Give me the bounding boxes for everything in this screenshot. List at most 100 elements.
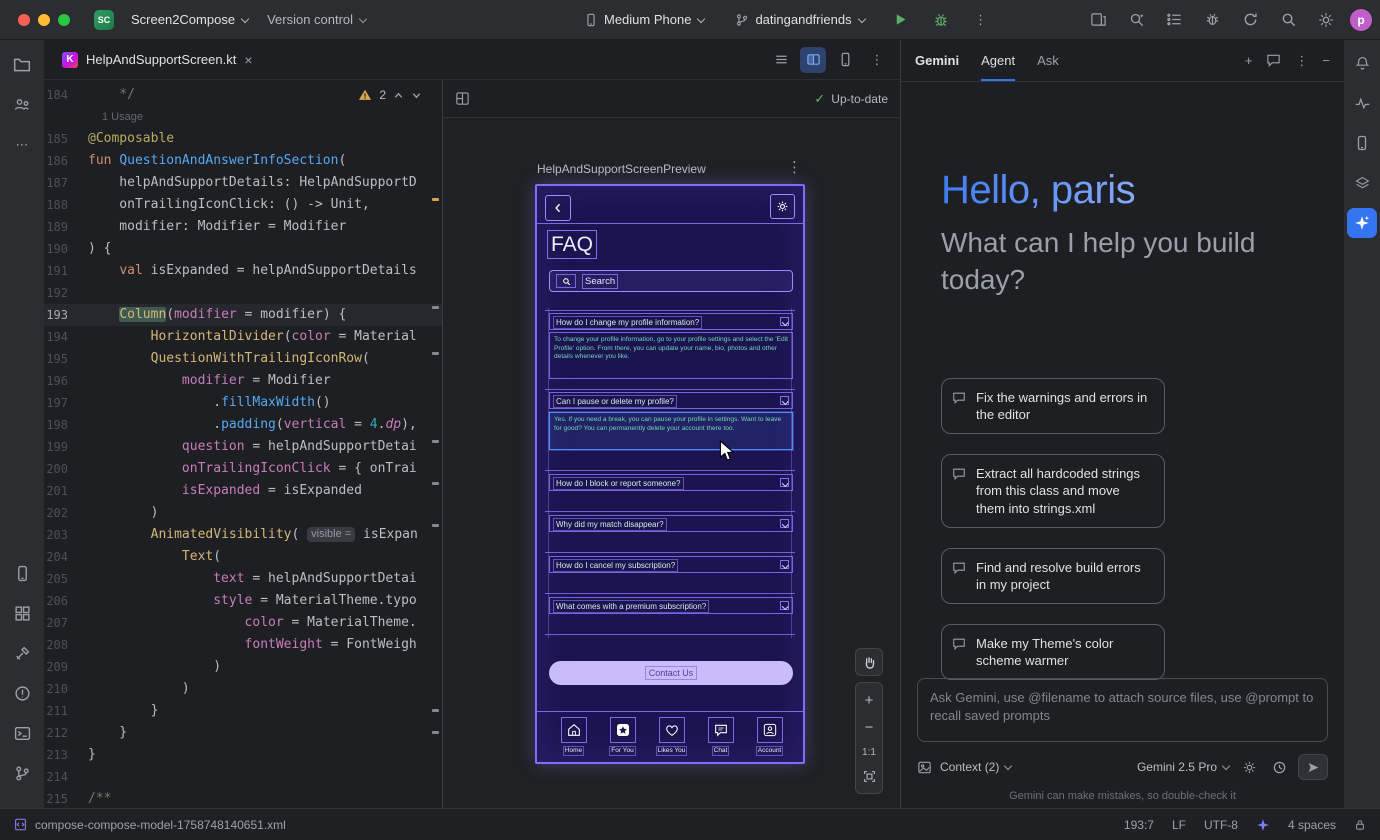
editor-tab[interactable]: K HelpAndSupportScreen.kt × xyxy=(50,40,265,79)
line-number[interactable]: 185 xyxy=(44,128,74,150)
zoom-level[interactable]: 1:1 xyxy=(862,747,876,758)
nav-item-chat[interactable]: Chat xyxy=(698,717,743,762)
line-separator[interactable]: LF xyxy=(1172,818,1186,832)
line-number[interactable]: 212 xyxy=(44,722,74,744)
line-number[interactable]: 187 xyxy=(44,172,74,194)
profile-avatar[interactable]: p xyxy=(1350,9,1372,31)
line-number[interactable]: 202 xyxy=(44,502,74,524)
line-number[interactable]: 203 xyxy=(44,524,74,546)
code-line[interactable]: 188 onTrailingIconClick: () -> Unit, xyxy=(44,194,442,216)
settings-gear-icon[interactable] xyxy=(770,194,795,219)
preview-title[interactable]: HelpAndSupportScreenPreview xyxy=(537,162,706,176)
model-selector[interactable]: Gemini 2.5 Pro xyxy=(1137,760,1230,774)
code-editor[interactable]: 2 184 */1 Usage185@Composable186fun Ques… xyxy=(44,80,443,808)
zoom-in-button[interactable]: + xyxy=(865,693,874,708)
line-number[interactable]: 204 xyxy=(44,546,74,568)
code-line[interactable]: 201 isExpanded = isExpanded xyxy=(44,480,442,502)
line-number[interactable]: 194 xyxy=(44,326,74,348)
line-number[interactable]: 195 xyxy=(44,348,74,370)
code-line[interactable]: 192 xyxy=(44,282,442,304)
code-line[interactable]: 202 ) xyxy=(44,502,442,524)
preview-layout-icon[interactable] xyxy=(455,91,470,106)
readonly-lock-icon[interactable] xyxy=(1354,819,1366,831)
close-tab-icon[interactable]: × xyxy=(244,53,252,67)
line-number[interactable]: 215 xyxy=(44,788,74,808)
tab-ask[interactable]: Ask xyxy=(1037,40,1059,81)
pull-requests-icon[interactable] xyxy=(7,90,37,120)
debug-button[interactable] xyxy=(927,6,955,34)
inspection-widget[interactable]: 2 xyxy=(354,86,426,104)
new-chat-icon[interactable]: + xyxy=(1245,53,1253,68)
line-number[interactable]: 214 xyxy=(44,766,74,788)
expand-icon[interactable] xyxy=(780,519,789,528)
line-number[interactable]: 200 xyxy=(44,458,74,480)
code-line[interactable]: 207 color = MaterialTheme. xyxy=(44,612,442,634)
context-selector[interactable]: Context (2) xyxy=(940,760,1012,774)
faq-question-row[interactable]: How do I block or report someone? xyxy=(549,474,793,491)
profiler-icon[interactable] xyxy=(1347,88,1377,118)
suggestion-card[interactable]: Extract all hardcoded strings from this … xyxy=(941,454,1165,527)
expand-icon[interactable] xyxy=(780,317,789,326)
todo-list-icon[interactable] xyxy=(1160,6,1188,34)
line-number[interactable]: 196 xyxy=(44,370,74,392)
line-number[interactable]: 189 xyxy=(44,216,74,238)
code-line[interactable]: 199 question = helpAndSupportDetai xyxy=(44,436,442,458)
run-button[interactable] xyxy=(887,6,915,34)
line-number[interactable]: 197 xyxy=(44,392,74,414)
line-number[interactable]: 210 xyxy=(44,678,74,700)
nav-item-for-you[interactable]: For You xyxy=(600,717,645,762)
maximize-window-button[interactable] xyxy=(58,14,70,26)
code-line[interactable]: 187 helpAndSupportDetails: HelpAndSuppor… xyxy=(44,172,442,194)
attach-image-icon[interactable] xyxy=(917,760,932,775)
code-line[interactable]: 208 fontWeight = FontWeigh xyxy=(44,634,442,656)
line-number[interactable]: 205 xyxy=(44,568,74,590)
design-view-button[interactable] xyxy=(832,47,858,73)
code-line[interactable]: 186fun QuestionAndAnswerInfoSection( xyxy=(44,150,442,172)
ai-search-icon[interactable] xyxy=(1122,6,1150,34)
back-button[interactable] xyxy=(545,195,571,221)
prompt-history-icon[interactable] xyxy=(1268,756,1290,778)
problems-icon[interactable] xyxy=(7,678,37,708)
build-icon[interactable] xyxy=(7,638,37,668)
resource-manager-icon[interactable] xyxy=(7,598,37,628)
app-insights-icon[interactable] xyxy=(1198,6,1226,34)
expand-icon[interactable] xyxy=(780,396,789,405)
expand-icon[interactable] xyxy=(780,601,789,610)
faq-answer[interactable]: To change your profile information, go t… xyxy=(549,332,793,379)
running-devices-icon[interactable] xyxy=(7,558,37,588)
code-line[interactable]: 214 xyxy=(44,766,442,788)
code-line[interactable]: 215/** xyxy=(44,788,442,808)
code-line[interactable]: 211 } xyxy=(44,700,442,722)
gemini-settings-icon[interactable] xyxy=(1238,756,1260,778)
code-line[interactable]: 209 ) xyxy=(44,656,442,678)
code-line[interactable]: 212 } xyxy=(44,722,442,744)
nav-item-account[interactable]: Account xyxy=(747,717,792,762)
line-number[interactable]: 213 xyxy=(44,744,74,766)
project-folder-icon[interactable] xyxy=(7,50,37,80)
code-line[interactable]: 194 HorizontalDivider(color = Material xyxy=(44,326,442,348)
code-line[interactable]: 197 .fillMaxWidth() xyxy=(44,392,442,414)
line-number[interactable]: 191 xyxy=(44,260,74,282)
line-number[interactable]: 209 xyxy=(44,656,74,678)
code-line[interactable]: 204 Text( xyxy=(44,546,442,568)
code-line[interactable]: 185@Composable xyxy=(44,128,442,150)
run-configuration-selector[interactable]: datingandfriends xyxy=(726,7,874,32)
prev-warning-icon[interactable] xyxy=(393,90,404,101)
tab-agent[interactable]: Agent xyxy=(981,40,1015,81)
code-view-button[interactable] xyxy=(768,47,794,73)
file-encoding[interactable]: UTF-8 xyxy=(1204,818,1238,832)
preview-canvas[interactable]: HelpAndSupportScreenPreview ⋮ FAQ Search xyxy=(443,118,900,808)
zoom-out-button[interactable]: − xyxy=(865,720,874,735)
code-line[interactable]: 213} xyxy=(44,744,442,766)
send-button[interactable] xyxy=(1298,754,1328,780)
editor-options-icon[interactable]: ⋮ xyxy=(864,47,890,73)
hide-panel-icon[interactable]: − xyxy=(1322,53,1330,68)
line-number[interactable]: 193 xyxy=(44,304,74,326)
line-number[interactable]: 190 xyxy=(44,238,74,260)
faq-answer[interactable]: Yes. If you need a break, you can pause … xyxy=(549,412,793,450)
search-field[interactable]: Search xyxy=(549,270,793,292)
code-line[interactable]: 198 .padding(vertical = 4.dp), xyxy=(44,414,442,436)
search-icon[interactable] xyxy=(1274,6,1302,34)
line-number[interactable]: 211 xyxy=(44,700,74,722)
nav-item-likes-you[interactable]: Likes You xyxy=(649,717,694,762)
